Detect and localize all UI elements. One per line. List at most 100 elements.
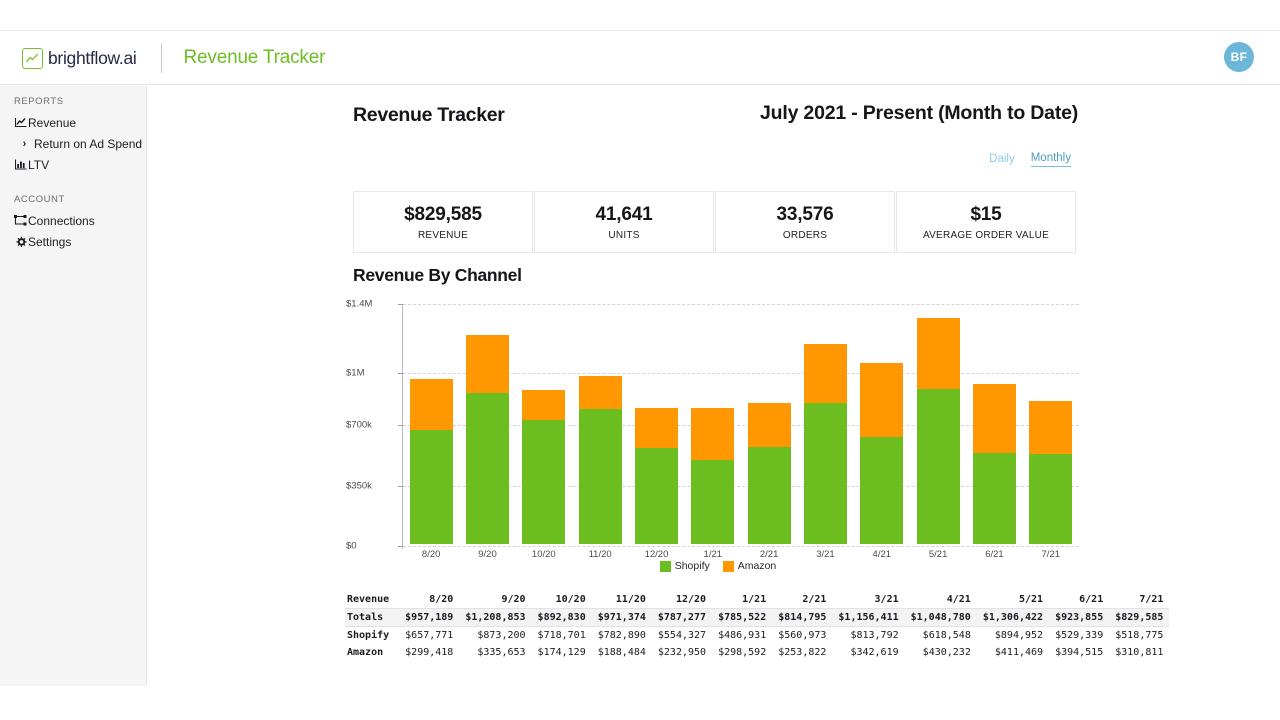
bar-segment-shopify[interactable] (522, 420, 565, 544)
stacked-bar[interactable] (748, 403, 791, 544)
bar-chart-icon (14, 159, 27, 171)
bar-group[interactable]: 4/21 (854, 302, 910, 544)
bar-group[interactable]: 2/21 (741, 302, 797, 544)
kpi-card-orders: 33,576 ORDERS (715, 191, 895, 253)
table-cell: $657,771 (399, 627, 459, 645)
stacked-bar[interactable] (466, 335, 509, 544)
bar-segment-shopify[interactable] (860, 437, 903, 544)
table-cell: $1,208,853 (459, 609, 531, 627)
bar-segment-shopify[interactable] (1029, 454, 1072, 544)
kpi-label: UNITS (608, 230, 639, 241)
bar-segment-shopify[interactable] (691, 460, 734, 544)
bar-segment-amazon[interactable] (748, 403, 791, 447)
bar-segment-amazon[interactable] (635, 408, 678, 448)
x-axis-tick-label: 3/21 (816, 549, 835, 560)
line-chart-logo-icon (22, 48, 43, 69)
kpi-card-average-order-value: $15 AVERAGE ORDER VALUE (896, 191, 1076, 253)
legend-label: Shopify (675, 560, 710, 572)
bar-segment-amazon[interactable] (804, 344, 847, 403)
bar-group[interactable]: 12/20 (628, 302, 684, 544)
stacked-bar[interactable] (522, 390, 565, 544)
table-cell: $1,156,411 (832, 609, 904, 627)
bar-group[interactable]: 9/20 (459, 302, 515, 544)
bar-group[interactable]: 11/20 (572, 302, 628, 544)
sidebar-item-revenue[interactable]: Revenue (0, 112, 146, 133)
table-cell: $873,200 (459, 627, 531, 645)
sidebar-item-connections[interactable]: Connections (0, 210, 146, 231)
sidebar-section-account-label: ACCOUNT (0, 175, 146, 210)
bar-group[interactable]: 10/20 (516, 302, 572, 544)
y-axis-tick-label: $1M (346, 368, 353, 379)
bar-segment-shopify[interactable] (917, 389, 960, 544)
brand-logo[interactable]: brightflow.ai (22, 48, 137, 69)
bar-segment-shopify[interactable] (579, 409, 622, 544)
bar-segment-amazon[interactable] (579, 376, 622, 409)
bar-group[interactable]: 8/20 (403, 302, 459, 544)
stacked-bar[interactable] (635, 408, 678, 544)
bar-segment-shopify[interactable] (748, 447, 791, 544)
stacked-bar[interactable] (1029, 401, 1072, 544)
table-cell: $486,931 (712, 627, 772, 645)
stacked-bar[interactable] (917, 318, 960, 544)
table-cell: $394,515 (1049, 644, 1109, 661)
stacked-bar[interactable] (804, 344, 847, 544)
table-cell: $829,585 (1109, 609, 1169, 627)
table-cell: $310,811 (1109, 644, 1169, 661)
tab-daily[interactable]: Daily (989, 153, 1015, 167)
bar-segment-amazon[interactable] (1029, 401, 1072, 455)
revenue-by-channel-chart: $0$350k$700k$1M$1.4M 8/209/2010/2011/201… (353, 294, 1083, 544)
bar-segment-shopify[interactable] (804, 403, 847, 544)
sidebar-item-return-on-ad-spend[interactable]: › Return on Ad Spend (0, 133, 146, 154)
bar-segment-shopify[interactable] (973, 453, 1016, 545)
chart-legend: Shopify Amazon (353, 560, 1083, 572)
bar-group[interactable]: 6/21 (966, 302, 1022, 544)
x-axis-tick-label: 8/20 (422, 549, 441, 560)
x-axis-tick-label: 5/21 (929, 549, 948, 560)
bar-segment-amazon[interactable] (691, 408, 734, 460)
bar-segment-amazon[interactable] (917, 318, 960, 389)
table-cell: $335,653 (459, 644, 531, 661)
sidebar-item-label: Revenue (28, 116, 76, 130)
sidebar-item-settings[interactable]: Settings (0, 231, 146, 252)
table-column-header: 5/21 (977, 591, 1049, 609)
bar-group[interactable]: 3/21 (797, 302, 853, 544)
main-content: Revenue Tracker July 2021 - Present (Mon… (147, 86, 1280, 720)
bar-segment-amazon[interactable] (860, 363, 903, 437)
bar-group[interactable]: 5/21 (910, 302, 966, 544)
bar-segment-shopify[interactable] (410, 430, 453, 544)
x-axis-tick-label: 6/21 (985, 549, 1004, 560)
table-cell: $232,950 (652, 644, 712, 661)
browser-top-strip (0, 0, 1280, 31)
stacked-bar[interactable] (410, 379, 453, 544)
avatar[interactable]: BF (1224, 42, 1254, 72)
bar-segment-shopify[interactable] (466, 393, 509, 544)
legend-item-amazon: Amazon (723, 560, 777, 572)
y-axis-tick-mark (398, 546, 403, 547)
chevron-right-icon: › (18, 138, 31, 150)
bar-segment-amazon[interactable] (466, 335, 509, 393)
stacked-bar[interactable] (579, 376, 622, 544)
x-axis-tick-label: 7/21 (1042, 549, 1061, 560)
table-cell: $1,048,780 (905, 609, 977, 627)
bar-group[interactable]: 7/21 (1023, 302, 1079, 544)
table-cell: $299,418 (399, 644, 459, 661)
bar-segment-amazon[interactable] (973, 384, 1016, 452)
sidebar-item-label: LTV (28, 158, 49, 172)
x-axis-tick-label: 9/20 (478, 549, 497, 560)
stacked-bar[interactable] (691, 408, 734, 544)
stacked-bar[interactable] (973, 384, 1016, 544)
table-cell: $342,619 (832, 644, 904, 661)
tab-monthly[interactable]: Monthly (1031, 152, 1071, 167)
bar-segment-amazon[interactable] (410, 379, 453, 431)
bar-segment-amazon[interactable] (522, 390, 565, 420)
table-cell: $785,522 (712, 609, 772, 627)
bar-segment-shopify[interactable] (635, 448, 678, 544)
kpi-card-units: 41,641 UNITS (534, 191, 714, 253)
sidebar-item-ltv[interactable]: LTV (0, 154, 146, 175)
stacked-bar[interactable] (860, 363, 903, 544)
y-axis-tick-label: $350k (346, 480, 353, 491)
bar-group[interactable]: 1/21 (685, 302, 741, 544)
x-axis-tick-label: 1/21 (704, 549, 723, 560)
app-header: brightflow.ai Revenue Tracker BF (0, 32, 1280, 85)
y-axis-tick-label: $700k (346, 420, 353, 431)
